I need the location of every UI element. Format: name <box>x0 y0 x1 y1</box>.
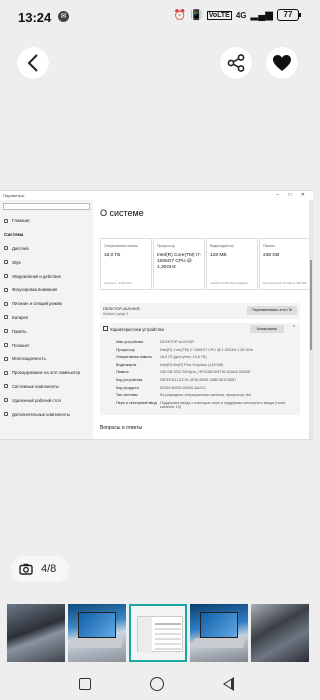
signal-icon: ▂▄▆ <box>250 9 273 21</box>
spec-row: Процессор Intel(R) Core(TM) i7-1065G7 CPU… <box>116 347 253 352</box>
tablet-icon <box>4 343 8 348</box>
back-button[interactable] <box>17 47 49 79</box>
chevron-up-icon[interactable]: ⌃ <box>292 325 296 331</box>
share-button[interactable] <box>220 47 252 79</box>
projecting-icon <box>4 370 8 375</box>
battery-icon: 77 <box>277 9 301 21</box>
device-specs-title: Характеристики устройства <box>110 327 164 332</box>
chevron-left-icon <box>27 54 38 72</box>
thumbnail[interactable] <box>68 604 126 662</box>
window-title: Параметры <box>3 193 25 198</box>
sidebar-item[interactable]: Проецирование на этот компьютер <box>0 366 93 380</box>
info-icon <box>103 326 108 331</box>
share-icon <box>227 54 245 72</box>
heart-icon <box>273 55 291 71</box>
thumbnail-selected[interactable] <box>129 604 187 662</box>
photo-counter[interactable]: 4/8 <box>11 556 69 582</box>
recents-button[interactable] <box>79 678 92 690</box>
sidebar-item[interactable]: Удаленный рабочий стол <box>0 393 93 407</box>
copy-button[interactable]: Копировать <box>250 325 284 333</box>
extras-icon <box>4 412 8 417</box>
favorite-button[interactable] <box>266 47 298 79</box>
status-icons: ⏰ 📳 VoLTE 4G ▂▄▆ 77 <box>173 9 301 21</box>
sidebar-item[interactable]: Батарея <box>0 311 93 325</box>
network-type: 4G <box>235 10 247 20</box>
sidebar-item[interactable]: Многозадачность <box>0 352 93 366</box>
sidebar-item-home[interactable]: Главная <box>0 214 93 228</box>
device-specs-list: Имя устройства DESKTOP-AUSXKR Процессор In… <box>100 335 300 415</box>
settings-sidebar: Главная Система Дисплей Звук Уведомления… <box>0 200 93 439</box>
qa-section-title: Вопросы и ответы <box>100 425 143 431</box>
notification-icon: ✉ <box>58 11 69 22</box>
rename-pc-button[interactable]: Переименовать этот ПК <box>247 306 297 315</box>
status-bar: 13:24 ✉ ⏰ 📳 VoLTE 4G ▂▄▆ 77 <box>0 0 313 32</box>
system-nav-bar <box>0 668 313 700</box>
photo-counter-text: 4/8 <box>41 563 57 575</box>
sidebar-section-title: Система <box>4 232 24 238</box>
vibrate-icon: 📳 <box>190 9 203 21</box>
device-name-row: DESKTOP-AUSXKR Surface Laptop 3 Переимен… <box>100 303 300 319</box>
storage-icon <box>4 329 8 334</box>
sidebar-item[interactable]: Дополнительные компоненты <box>0 407 93 421</box>
spec-row: Тип системы 64-разрядная операционная сис… <box>116 393 252 398</box>
gpu-card: Видеоадаптер 128 MB Intel(R) Iris(R) Plu… <box>206 238 258 290</box>
thumbnail[interactable] <box>190 604 248 662</box>
storage-card: Память 238 GB Используется 21 GB из 238 … <box>259 238 311 290</box>
scrollbar-thumb[interactable] <box>310 260 312 350</box>
multitasking-icon <box>4 356 8 361</box>
sidebar-item[interactable]: Память <box>0 324 93 338</box>
components-icon <box>4 384 8 389</box>
thumbnail-strip <box>0 604 313 662</box>
scrollbar[interactable] <box>309 200 313 439</box>
display-icon <box>4 246 8 251</box>
sidebar-item[interactable]: Системные компоненты <box>0 380 93 394</box>
sidebar-item[interactable]: Фокусировка внимания <box>0 283 93 297</box>
device-name: DESKTOP-AUSXKR <box>103 306 140 311</box>
sound-icon <box>4 260 8 265</box>
spec-row: Видеокарта Intel(R) Iris(R) Plus Graphics… <box>116 362 224 367</box>
sidebar-item[interactable]: Уведомления и действия <box>0 269 93 283</box>
volte-badge: VoLTE <box>206 10 232 20</box>
photo-viewer-image[interactable]: Параметры – □ ✕ Главная Система Дисплей … <box>0 190 313 440</box>
cpu-card: Процессор Intel(R) Core(TM) i7-1065G7 CP… <box>153 238 205 290</box>
power-icon <box>4 301 8 306</box>
focus-icon <box>4 287 8 292</box>
sidebar-item[interactable]: Планшет <box>0 338 93 352</box>
spec-row: Перо и сенсорный ввод Поддержка ввода с п… <box>116 400 286 409</box>
sidebar-item[interactable]: Дисплей <box>0 242 93 256</box>
sidebar-item[interactable]: Питание и спящий режим <box>0 297 93 311</box>
sidebar-item[interactable]: Звук <box>0 255 93 269</box>
thumbnail[interactable] <box>7 604 65 662</box>
clock: 13:24 <box>18 10 52 25</box>
device-model: Surface Laptop 3 <box>103 312 129 316</box>
spec-row: Код продукта 00330-80000-00000-AA213 <box>116 385 206 390</box>
home-icon <box>4 218 8 223</box>
ram-card: Оперативная память 16,0 ГБ Скорость: 373… <box>100 238 152 290</box>
back-nav-button[interactable] <box>222 677 234 691</box>
thumbnail[interactable] <box>251 604 309 662</box>
window-controls: – □ ✕ <box>276 192 309 198</box>
spec-row: Оперативная память 16,0 ГБ (доступно: 15,… <box>116 355 207 360</box>
alarm-icon: ⏰ <box>173 9 187 21</box>
search-input[interactable] <box>3 203 90 210</box>
settings-main: О системе Оперативная память 16,0 ГБ Ско… <box>93 200 313 439</box>
spec-row: Код устройства 05DFE1D1-EC91-4F45-B309-1B… <box>116 377 237 382</box>
notifications-icon <box>4 274 8 279</box>
battery-icon <box>4 315 8 320</box>
device-specs-header[interactable]: Характеристики устройства Копировать ⌃ <box>100 323 300 335</box>
home-button[interactable] <box>149 677 164 691</box>
spec-row: Память 238 GB SSD SKHynix_HFS256GD9TNI-62… <box>116 370 250 375</box>
camera-icon <box>19 563 33 575</box>
remote-desktop-icon <box>4 398 8 403</box>
page-title: О системе <box>100 208 144 218</box>
spec-row: Имя устройства DESKTOP-AUSXKR <box>116 340 194 344</box>
